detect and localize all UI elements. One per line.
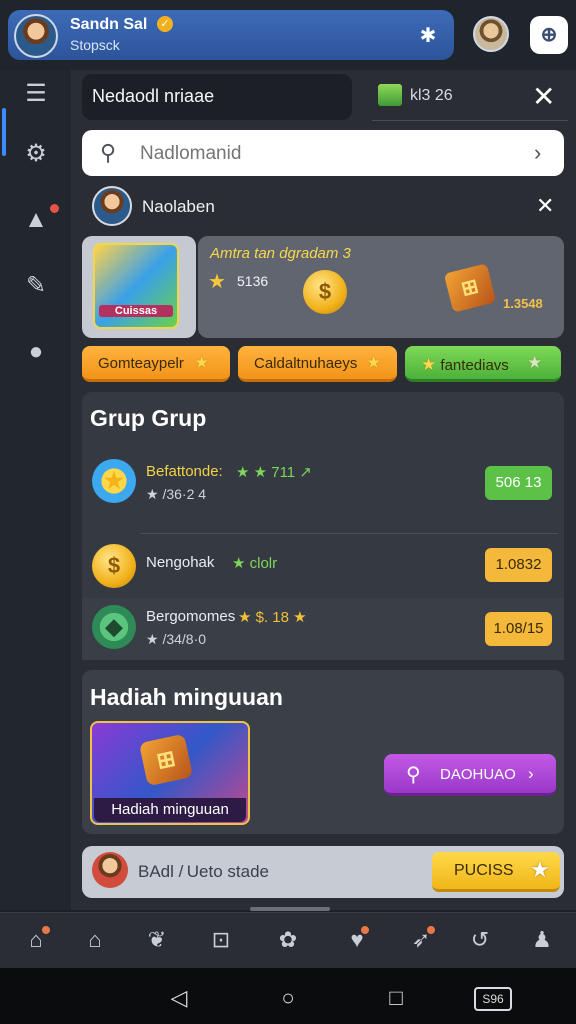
scroll-handle[interactable] [250, 907, 330, 911]
keyboard-icon[interactable]: S96 [474, 987, 512, 1011]
game-thumbnail-label: Cuissas [99, 305, 173, 317]
divider [140, 533, 558, 534]
menu-icon[interactable]: ☰ [18, 76, 54, 112]
row-action-button[interactable]: 506 13 [485, 466, 552, 500]
user-status: Stopsck [70, 37, 120, 53]
home-circle-icon[interactable]: ○ [272, 982, 304, 1014]
leaf-icon[interactable]: ❦ [141, 924, 173, 956]
row-title: Befattonde: [146, 463, 223, 480]
user-row-name: Naolaben [142, 197, 215, 216]
clover-icon[interactable]: ✿ [272, 924, 304, 956]
chevron-right-icon[interactable]: › [534, 140, 541, 166]
star-icon: ★ [366, 353, 382, 372]
close-icon[interactable]: ✕ [532, 80, 555, 113]
user-name: Sandn Sal [70, 16, 148, 33]
badge-dot [40, 924, 52, 936]
app-icon[interactable]: ⊕ [530, 16, 568, 54]
friend-avatar[interactable] [473, 16, 509, 52]
treasure-chest-icon: ⊞ [138, 733, 194, 787]
gear-icon[interactable]: ✱ [414, 22, 442, 50]
profile-icon[interactable]: ♟ [526, 924, 558, 956]
bottom-card-label: BAdl / Ueto stade [138, 862, 269, 881]
search-input[interactable] [140, 142, 520, 166]
edit-icon[interactable]: ✎ [18, 268, 54, 304]
group-title: Grup Grup [90, 405, 207, 431]
row-action-button[interactable]: 1.08/15 [485, 612, 552, 646]
recents-square-icon[interactable]: □ [380, 982, 412, 1014]
pill-button-1[interactable]: Gomteaypelr ★ [82, 346, 230, 382]
divider [372, 120, 568, 121]
leaf-icon: ◆ [92, 605, 136, 649]
search-icon: ⚲ [100, 140, 117, 165]
kb-label: kl3 26 [410, 87, 453, 104]
star-icon: ★ [421, 355, 437, 374]
reward-image-caption: Hadiah minguuan [94, 798, 246, 822]
pill-button-2[interactable]: Caldaltnuhaeys ★ [238, 346, 397, 382]
row-action-button[interactable]: 1.0832 [485, 548, 552, 582]
back-triangle-icon[interactable]: ◁ [163, 982, 195, 1014]
bottom-card-button-label: PUCISS [454, 862, 514, 879]
row-title: Nengohak [146, 554, 215, 571]
badge-dot [425, 924, 437, 936]
coin-icon: $ [92, 544, 136, 588]
notification-dot [50, 204, 59, 213]
promo-value-2: 1.3548 [503, 296, 543, 311]
row-subtitle: ★ ★ 711 ↗ [236, 464, 312, 481]
star-icon: ★ [527, 353, 543, 372]
chevron-right-icon: › [528, 764, 534, 783]
user-avatar[interactable] [14, 14, 58, 58]
close-icon[interactable]: ✕ [536, 193, 554, 219]
location-icon[interactable]: ● [18, 334, 54, 370]
row-meta: ★ /36·2 4 [146, 486, 207, 502]
gear-icon[interactable]: ⚙ [18, 136, 54, 172]
pill-label: Caldaltnuhaeys [254, 355, 358, 372]
back-icon[interactable]: ↺ [464, 924, 496, 956]
coin-icon: $ [303, 270, 347, 314]
star-badge-icon: ★ [92, 459, 136, 503]
promo-title: Amtra tan dgradam 3 [210, 245, 351, 262]
sidebar-active-indicator [2, 108, 6, 156]
reward-title: Hadiah minguuan [90, 684, 283, 710]
row-subtitle: ★ clolr [232, 555, 278, 572]
pill-button-3[interactable]: ★ fantediavs ★ [405, 346, 561, 382]
user-row-avatar[interactable] [92, 186, 132, 226]
star-icon: ★ [530, 857, 550, 882]
top-search-field[interactable]: Nedaodl nriaae [82, 74, 352, 120]
badge-dot [359, 924, 371, 936]
row-title: Bergomomes [146, 608, 236, 625]
chart-icon[interactable]: ⊡ [205, 924, 237, 956]
sidebar [0, 70, 72, 910]
reward-cta-label: DAOHUAO [440, 766, 516, 783]
promo-value: 5136 [237, 273, 269, 289]
pill-label: fantediavs [440, 357, 509, 374]
row-subtitle: ★ $. 18 ★ [238, 609, 307, 626]
pill-label: Gomteaypelr [98, 355, 184, 372]
star-icon: ★ [208, 271, 226, 293]
search-icon: ⚲ [406, 764, 421, 786]
image-icon [378, 84, 402, 106]
alert-icon[interactable]: ▲ [18, 202, 54, 238]
star-icon: ★ [194, 353, 210, 372]
home-icon[interactable]: ⌂ [79, 924, 111, 956]
row-meta: ★ /34/8·0 [146, 631, 207, 647]
bottom-avatar [92, 852, 128, 888]
check-icon: ✓ [157, 16, 173, 32]
